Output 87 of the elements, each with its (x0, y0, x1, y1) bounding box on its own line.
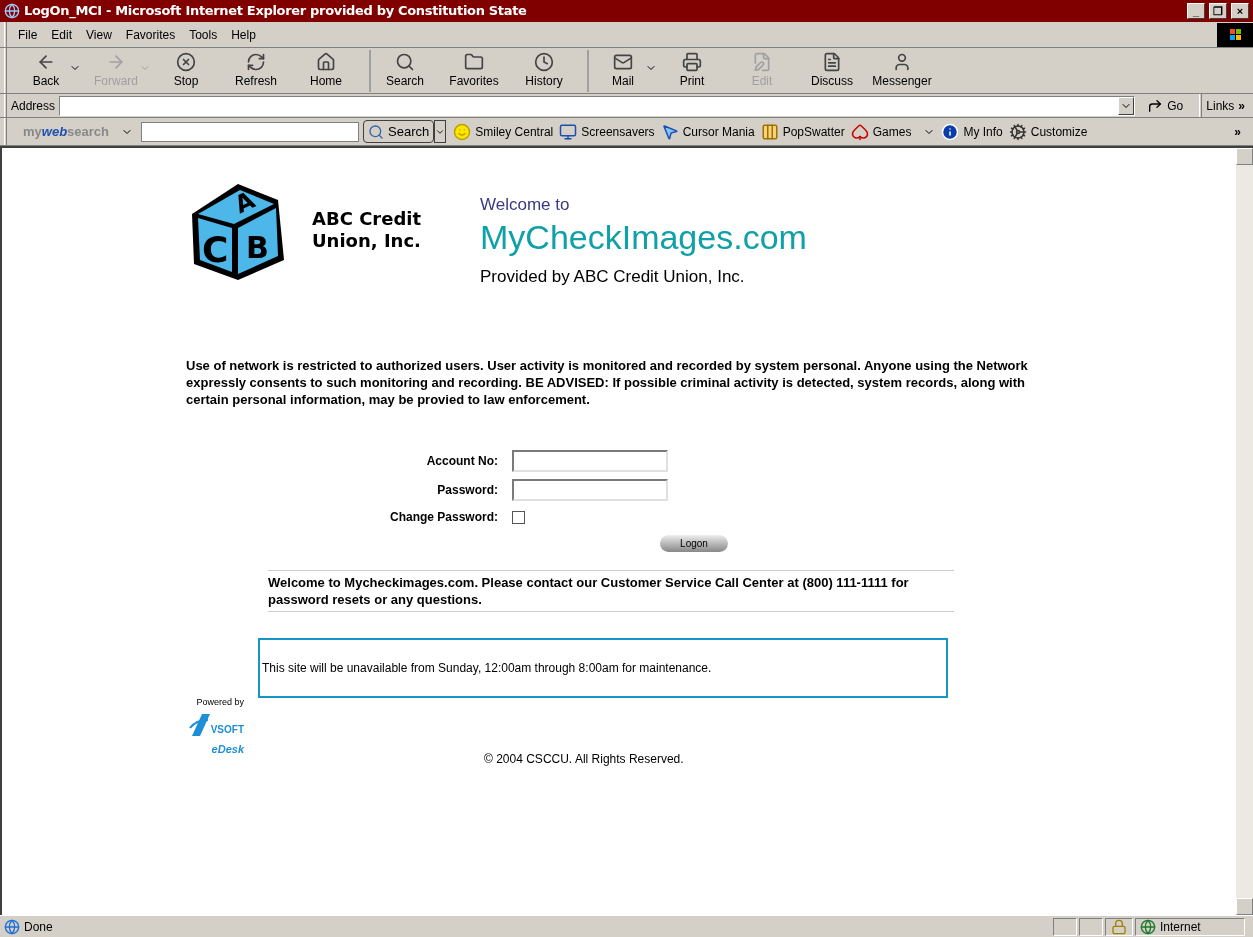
house-icon (316, 51, 336, 72)
toolbar-link[interactable]: Screensavers (556, 122, 658, 141)
monitor-icon (559, 122, 578, 141)
change-password-checkbox[interactable] (512, 510, 525, 524)
status-text: Done (24, 918, 54, 936)
restore-button[interactable]: ❐ (1209, 3, 1227, 19)
provided-by-text: Provided by ABC Credit Union, Inc. (480, 265, 746, 288)
toolbar-link[interactable]: PopSwatter (757, 122, 848, 141)
toolbar-button[interactable]: Discuss (797, 49, 867, 92)
search-icon (395, 51, 415, 72)
swatter-icon (760, 122, 779, 141)
toolbar-button[interactable]: Messenger (867, 49, 937, 92)
menu-item[interactable]: Favorites (118, 25, 183, 44)
info-icon (941, 122, 960, 141)
account-field[interactable] (512, 450, 668, 472)
globe-icon (1140, 918, 1156, 935)
menu-item[interactable]: Tools (182, 25, 225, 44)
search-icon (368, 123, 384, 140)
page-icon (4, 918, 20, 935)
toolbar-button[interactable]: Home (291, 49, 361, 92)
powered-by-text: Powered by (196, 696, 244, 709)
address-field[interactable] (59, 95, 1136, 116)
toolbar-link[interactable]: Customize (1005, 122, 1091, 141)
minimize-button[interactable]: _ (1187, 3, 1205, 19)
go-arrow-icon (1147, 97, 1164, 114)
edesk-logo-text: eDesk (211, 741, 244, 757)
refresh-icon (246, 51, 266, 72)
toolbar-button[interactable]: Search (369, 49, 439, 92)
toolbar-button[interactable]: Print (657, 49, 727, 92)
close-button[interactable]: × (1231, 3, 1249, 19)
window-title: LogOn_MCI - Microsoft Internet Explorer provided by Constitution State (24, 2, 528, 21)
card-icon (850, 122, 869, 141)
password-field[interactable] (512, 479, 668, 501)
menu-item[interactable]: Help (224, 25, 263, 44)
person-icon (892, 51, 912, 72)
toolbar-link[interactable]: My Info (938, 122, 1006, 141)
toolbar-button[interactable]: Refresh (221, 49, 291, 92)
clock-icon (534, 51, 554, 72)
field-label: Change Password: (388, 509, 498, 526)
toolbar-button[interactable]: Back (11, 49, 81, 92)
edit-page-icon (752, 51, 772, 72)
vsoft-logo-icon (188, 711, 212, 738)
menu-item[interactable]: View (79, 25, 119, 44)
field-label: Account No: (425, 453, 498, 470)
browser-icon (4, 3, 20, 19)
more-chevron[interactable]: » (1234, 122, 1253, 141)
vsoft-logo-text: VSOFT (210, 722, 244, 737)
address-label: Address (11, 97, 57, 115)
toolbar-button[interactable]: Favorites (439, 49, 509, 92)
mywebsearch-logo: mywebsearch (22, 122, 110, 141)
links-button[interactable]: Links (1206, 96, 1239, 115)
printer-icon (682, 51, 702, 72)
folder-icon (464, 51, 484, 72)
logon-button[interactable]: Logon (660, 535, 728, 552)
site-name: MyCheckImages.com (480, 217, 807, 256)
copyright-text: © 2004 CSCCU. All Rights Reserved. (484, 751, 685, 768)
usage-notice: Use of network is restricted to authorized users. User activity is monitored and recorded by system personal. Anyone using the Network expressly consents to such monitoring and recording. BE ADVISED: If possible criminal activity is detected, system records, along with certain personal information, may be provied to law enforcement. (186, 357, 1029, 408)
credit-union-name: Union, Inc. (312, 230, 422, 252)
credit-union-name: ABC Credit (312, 208, 423, 230)
toolbar-button[interactable]: Mail (587, 49, 657, 92)
more-chevron[interactable]: » (1238, 96, 1253, 115)
windows-logo-icon (1217, 22, 1253, 47)
toolbar-button[interactable]: Stop (151, 49, 221, 92)
menu-item[interactable]: Edit (44, 25, 80, 44)
web-search-field[interactable] (141, 121, 359, 142)
field-label: Password: (436, 482, 498, 499)
toolbar-button[interactable]: History (509, 49, 579, 92)
smiley-icon (453, 122, 472, 141)
contact-message: Welcome to Mycheckimages.com. Please contact our Customer Service Call Center at (800) 111-1111 for password resets or any questions. (268, 570, 954, 612)
document-icon (822, 51, 842, 72)
maintenance-message: This site will be unavailable from Sunday, 12:00am through 8:00am for maintenance. (262, 660, 712, 677)
menu-item[interactable]: File (11, 25, 45, 44)
welcome-text: Welcome to (480, 194, 571, 216)
vertical-scrollbar[interactable] (1236, 148, 1253, 915)
status-panel (1079, 917, 1103, 936)
stop-icon (176, 51, 196, 72)
status-panel (1053, 917, 1077, 936)
toolbar-link[interactable]: Games (847, 122, 939, 141)
lock-icon (1111, 918, 1127, 935)
zone-text: Internet (1160, 918, 1201, 936)
cursor-icon (660, 122, 679, 141)
search-dropdown-icon (434, 120, 447, 143)
search-button[interactable]: Search (363, 120, 435, 143)
toolbar-link[interactable]: Smiley Central (450, 122, 557, 141)
toolbar-link[interactable]: Cursor Mania (657, 122, 758, 141)
gear-icon (1008, 122, 1027, 141)
go-button[interactable]: Go (1135, 96, 1196, 115)
